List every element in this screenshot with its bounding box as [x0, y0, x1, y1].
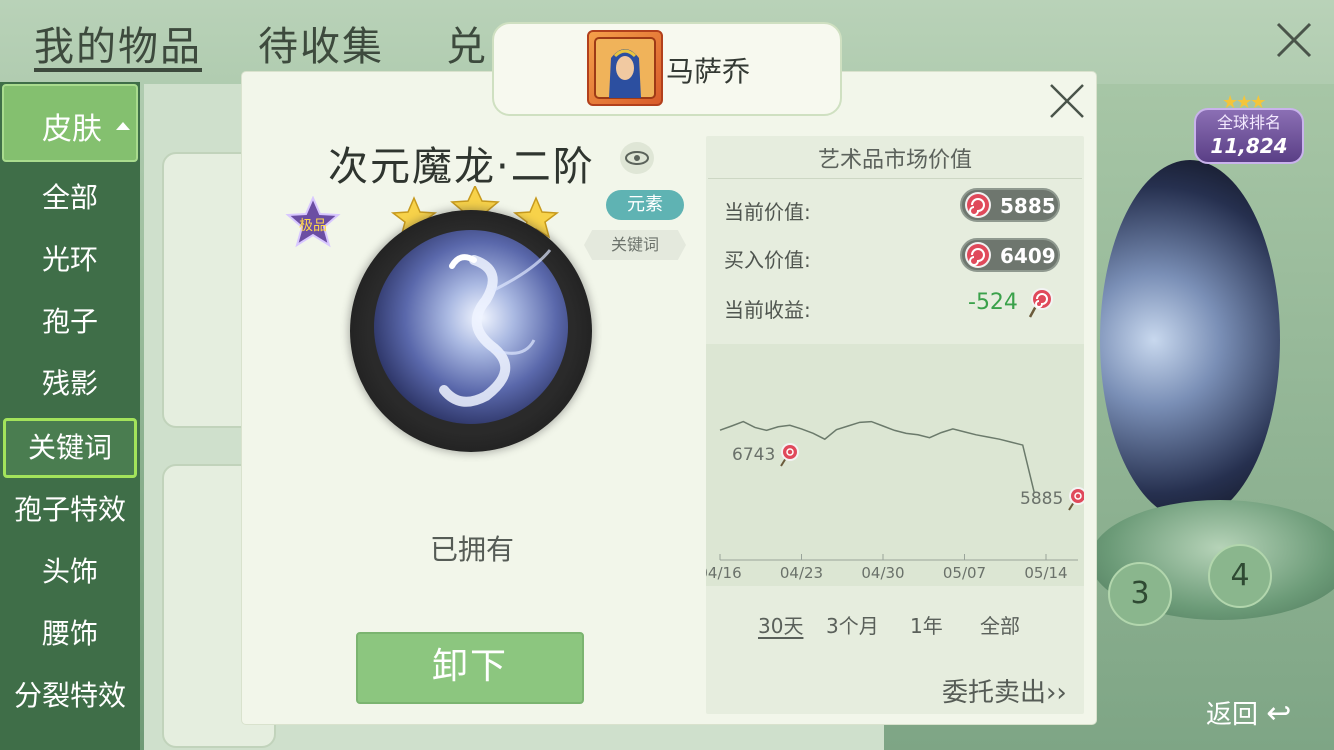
unequip-button[interactable]: 卸下 [356, 632, 584, 704]
global-rank-badge[interactable]: 全球排名 11,824 [1194, 108, 1304, 164]
x-tick-label: 05/07 [943, 564, 986, 582]
range-30-days[interactable]: 30天 [758, 610, 803, 639]
profit-value: -524 [968, 290, 1018, 315]
divider [708, 178, 1082, 179]
consign-sell-link[interactable]: 委托卖出›› [942, 672, 1067, 709]
market-title: 艺术品市场价值 [817, 148, 972, 173]
back-button[interactable]: 返回 ↩ [1206, 694, 1291, 731]
sidebar-item-spore[interactable]: 孢子 [0, 292, 140, 352]
buy-value: 6409 [1000, 244, 1056, 268]
owned-status: 已拥有 [430, 533, 515, 566]
profit-label: 当前收益: [724, 298, 811, 322]
x-tick-label: 04/23 [780, 564, 823, 582]
sidebar-item-afterimage[interactable]: 残影 [0, 354, 140, 414]
tab-exchange[interactable]: 兑 [446, 14, 488, 72]
sidebar-item-spore-effect[interactable]: 孢子特效 [0, 480, 140, 540]
sidebar-header-label: 皮肤 [42, 112, 102, 147]
range-all[interactable]: 全部 [980, 610, 1020, 639]
item-title: 次元魔龙·二阶 [328, 144, 595, 190]
price-chart: 04/16 04/23 04/30 05/07 05/14 6743 5885 [706, 420, 1084, 582]
caret-up-icon [116, 122, 130, 130]
lollipop-candy-icon [1028, 288, 1053, 318]
owner-name: 马萨乔 [666, 55, 751, 88]
chart-value-label: 5885 [1020, 489, 1063, 509]
sidebar-item-headwear[interactable]: 头饰 [0, 542, 140, 602]
back-label: 返回 [1206, 700, 1259, 730]
lollipop-candy-icon [1068, 487, 1084, 511]
buy-value-label: 买入价值: [724, 248, 811, 272]
range-1-year[interactable]: 1年 [910, 610, 943, 639]
sidebar-item-split-effect[interactable]: 分裂特效 [0, 666, 140, 726]
range-3-months[interactable]: 3个月 [826, 610, 879, 639]
sidebar-item-halo[interactable]: 光环 [0, 230, 140, 290]
page-3-button[interactable]: 3 [1108, 562, 1172, 626]
x-tick-label: 04/16 [706, 564, 742, 582]
lollipop-candy-icon [965, 192, 991, 218]
sidebar-item-all[interactable]: 全部 [0, 168, 140, 228]
close-icon[interactable] [1274, 20, 1314, 60]
x-tick-label: 05/14 [1024, 564, 1067, 582]
x-tick-label: 04/30 [861, 564, 904, 582]
page-4-button[interactable]: 4 [1208, 544, 1272, 608]
owner-avatar [587, 30, 663, 106]
keyword-tag: 关键词 [584, 230, 686, 260]
current-value-label: 当前价值: [724, 200, 811, 224]
portrait-icon [594, 37, 656, 99]
lollipop-candy-icon [965, 242, 991, 268]
preview-orb [1100, 160, 1280, 520]
close-icon[interactable] [1048, 82, 1086, 120]
current-value: 5885 [1000, 194, 1056, 218]
lollipop-candy-icon [780, 443, 799, 467]
dragon-icon [439, 249, 552, 407]
buy-value-pill: 6409 [960, 238, 1060, 272]
chart-value-label: 6743 [732, 445, 775, 465]
sidebar-item-waist[interactable]: 腰饰 [0, 604, 140, 664]
tab-my-items[interactable]: 我的物品 [34, 14, 202, 72]
eye-icon[interactable] [620, 142, 654, 174]
sidebar-item-keyword[interactable]: 关键词 [3, 418, 137, 478]
current-value-pill: 5885 [960, 188, 1060, 222]
rank-label: 全球排名 [1216, 113, 1281, 132]
rank-value: 11,824 [1210, 134, 1288, 158]
grade-badge-label: 极品 [299, 218, 327, 234]
sidebar-header-skin[interactable]: 皮肤 [2, 84, 138, 162]
return-arrow-icon: ↩ [1266, 696, 1292, 731]
element-tag: 元素 [606, 190, 684, 220]
tab-to-collect[interactable]: 待收集 [258, 14, 384, 72]
premium-grade-badge: 极品 [285, 196, 341, 248]
